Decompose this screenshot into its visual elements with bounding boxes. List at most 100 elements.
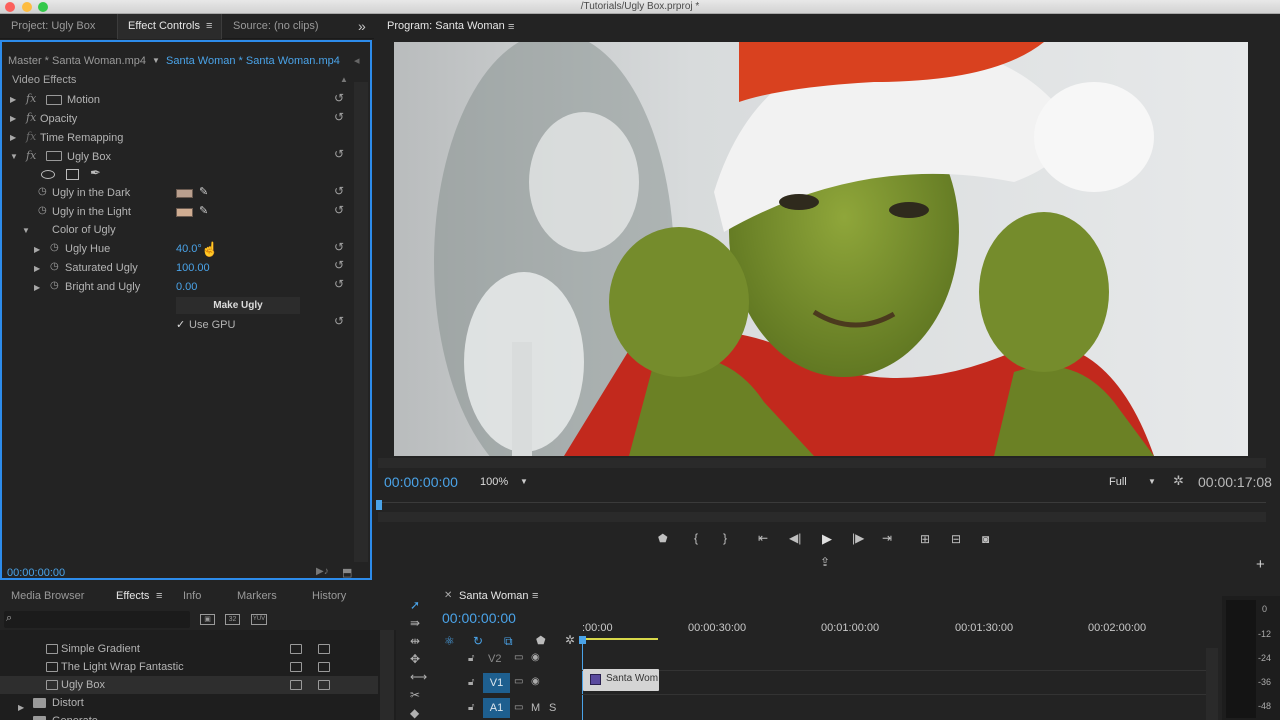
- slip-tool-icon[interactable]: ◆: [410, 706, 419, 720]
- light-color-swatch[interactable]: [176, 208, 193, 217]
- sequence-clip-label[interactable]: Santa Woman * Santa Woman.mp4: [166, 52, 340, 70]
- lock-icon[interactable]: 🔓︎: [468, 653, 474, 664]
- selection-tool-icon[interactable]: ➚: [410, 598, 420, 612]
- reset-motion-icon[interactable]: ↺: [334, 91, 344, 105]
- make-ugly-button[interactable]: Make Ugly: [176, 297, 300, 314]
- saturation-value[interactable]: 100.00: [176, 259, 210, 277]
- panel-menu-icon[interactable]: ≡: [532, 590, 538, 602]
- zoom-dropdown-icon[interactable]: ▼: [520, 477, 528, 486]
- time-ruler[interactable]: [378, 502, 1266, 512]
- pen-mask-icon[interactable]: ✒: [90, 165, 101, 181]
- timeline-ruler[interactable]: :00:00 00:00:30:00 00:01:00:00 00:01:30:…: [582, 620, 1210, 646]
- expand-saturation-icon[interactable]: ▶: [34, 264, 40, 273]
- tabs-overflow-icon[interactable]: »: [358, 14, 366, 39]
- mute-button[interactable]: M: [531, 702, 540, 714]
- brightness-value[interactable]: 0.00: [176, 278, 197, 296]
- scroll-up-icon[interactable]: ▲: [340, 71, 348, 89]
- eyedropper-icon[interactable]: ✎: [199, 185, 208, 198]
- ellipse-mask-icon[interactable]: [41, 170, 55, 179]
- tab-markers[interactable]: Markers: [237, 590, 277, 602]
- track-select-tool-icon[interactable]: ⇛: [410, 616, 420, 630]
- reset-hue-icon[interactable]: ↺: [334, 240, 344, 254]
- lock-icon[interactable]: 🔓︎: [468, 702, 474, 713]
- monitor-zoom-scrollbar[interactable]: [378, 458, 1266, 468]
- 32bit-filter-icon[interactable]: 32: [225, 614, 240, 625]
- list-item[interactable]: The Light Wrap Fantastic: [0, 658, 378, 676]
- video-frame[interactable]: [394, 42, 1248, 456]
- panel-menu-icon[interactable]: ≡: [206, 14, 212, 39]
- reset-gpu-icon[interactable]: ↺: [334, 314, 344, 328]
- panel-menu-icon[interactable]: ≡: [156, 590, 162, 602]
- button-editor-icon[interactable]: ⇪: [820, 555, 830, 569]
- work-area-bar[interactable]: [582, 638, 658, 640]
- fx-badge-icon[interactable]: fx: [26, 149, 36, 162]
- stopwatch-icon[interactable]: ◷: [50, 261, 59, 272]
- playback-resolution-select[interactable]: Full: [1109, 476, 1127, 488]
- tab-project[interactable]: Project: Ugly Box: [11, 14, 95, 39]
- stopwatch-icon[interactable]: ◷: [38, 186, 47, 197]
- program-scrollbar[interactable]: [378, 512, 1266, 522]
- resolution-dropdown-icon[interactable]: ▼: [1148, 477, 1156, 486]
- stopwatch-icon[interactable]: ◷: [50, 280, 59, 291]
- track-label-v2[interactable]: V2: [488, 653, 501, 665]
- zoom-level-select[interactable]: 100%: [480, 476, 508, 488]
- rate-stretch-tool-icon[interactable]: ⟷: [410, 670, 427, 684]
- solo-button[interactable]: S: [549, 702, 556, 714]
- effects-scrollbar[interactable]: [380, 630, 394, 720]
- list-item[interactable]: Simple Gradient: [0, 640, 378, 658]
- tab-effects[interactable]: Effects: [116, 590, 149, 602]
- scrollbar[interactable]: [354, 82, 368, 562]
- go-to-in-icon[interactable]: ⇤: [758, 531, 768, 545]
- reset-dark-icon[interactable]: ↺: [334, 184, 344, 198]
- tab-info[interactable]: Info: [183, 590, 201, 602]
- collapse-ugly-box-icon[interactable]: ▼: [10, 152, 18, 161]
- transform-icon[interactable]: [46, 95, 62, 105]
- expand-opacity-icon[interactable]: ▶: [10, 114, 16, 123]
- expand-motion-icon[interactable]: ▶: [10, 95, 16, 104]
- reset-ugly-box-icon[interactable]: ↺: [334, 147, 344, 161]
- playhead-marker[interactable]: [376, 500, 382, 510]
- filter-audio-icon[interactable]: ▶♪: [316, 566, 329, 577]
- extract-icon[interactable]: ⊟: [951, 532, 961, 546]
- toggle-sync-icon[interactable]: ▭: [514, 652, 523, 663]
- fx-badge-icon[interactable]: fx: [26, 111, 36, 124]
- nest-icon[interactable]: ⚛: [444, 634, 455, 648]
- add-marker-icon[interactable]: ⬟: [658, 532, 668, 545]
- add-marker-icon[interactable]: ⬟: [536, 634, 546, 647]
- tab-history[interactable]: History: [312, 590, 346, 602]
- reset-light-icon[interactable]: ↺: [334, 203, 344, 217]
- stopwatch-icon[interactable]: ◷: [38, 205, 47, 216]
- effect-controls-timecode[interactable]: 00:00:00:00: [7, 564, 65, 582]
- tab-effect-controls[interactable]: Effect Controls ≡: [117, 14, 222, 39]
- reset-saturation-icon[interactable]: ↺: [334, 258, 344, 272]
- transform-icon[interactable]: [46, 151, 62, 161]
- toggle-sync-icon[interactable]: ▭: [514, 702, 523, 713]
- effect-opacity[interactable]: Opacity: [40, 110, 77, 128]
- collapse-icon[interactable]: ◂: [354, 52, 360, 70]
- rectangle-mask-icon[interactable]: [66, 169, 79, 180]
- tab-program[interactable]: Program: Santa Woman: [387, 14, 505, 39]
- eyedropper-icon[interactable]: ✎: [199, 204, 208, 217]
- effect-time-remapping[interactable]: Time Remapping: [40, 129, 123, 147]
- expand-hue-icon[interactable]: ▶: [34, 245, 40, 254]
- camera-export-frame-icon[interactable]: ◙: [982, 532, 989, 546]
- mark-in-icon[interactable]: {: [694, 531, 698, 545]
- yuv-filter-icon[interactable]: YUV: [251, 614, 267, 625]
- use-gpu-checkbox[interactable]: ✓: [176, 316, 185, 334]
- add-button-icon[interactable]: +: [1256, 556, 1265, 573]
- step-back-icon[interactable]: ◀|: [789, 531, 801, 545]
- timeline-timecode[interactable]: 00:00:00:00: [442, 610, 516, 626]
- hue-value[interactable]: 40.0°: [176, 240, 202, 258]
- expand-time-remap-icon[interactable]: ▶: [10, 133, 16, 142]
- rolling-edit-tool-icon[interactable]: ✥: [410, 652, 420, 666]
- reset-opacity-icon[interactable]: ↺: [334, 110, 344, 124]
- list-item-selected[interactable]: Ugly Box: [0, 676, 378, 694]
- tab-source[interactable]: Source: (no clips): [233, 14, 319, 39]
- effect-motion[interactable]: Motion: [67, 91, 100, 109]
- timeline-scrollbar[interactable]: [1206, 648, 1218, 720]
- list-item-folder[interactable]: ▶ Generate: [0, 712, 378, 720]
- timeline-settings-icon[interactable]: ✲: [565, 633, 575, 647]
- stopwatch-icon[interactable]: ◷: [50, 242, 59, 253]
- list-item-folder[interactable]: ▶ Distort: [0, 694, 378, 712]
- track-label-a1[interactable]: A1: [483, 698, 510, 718]
